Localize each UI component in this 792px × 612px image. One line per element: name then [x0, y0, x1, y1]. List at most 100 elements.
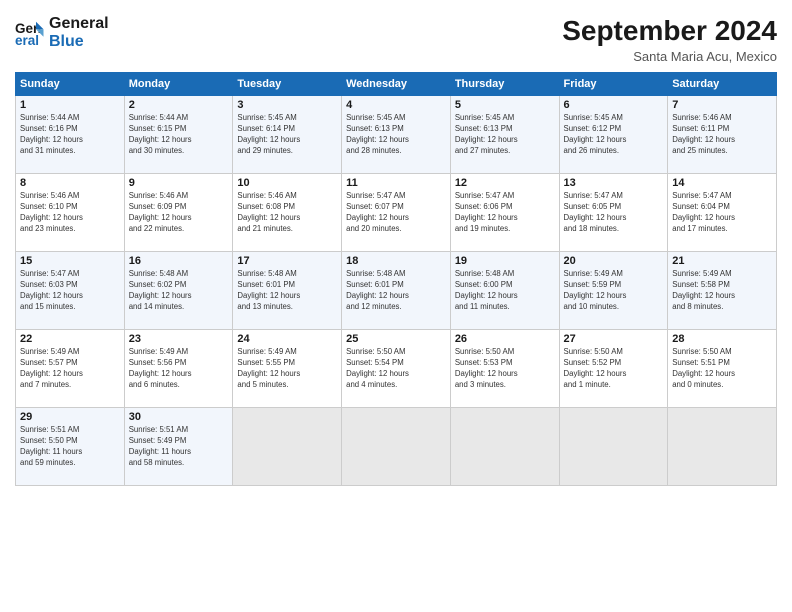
- day-info: Sunrise: 5:46 AMSunset: 6:09 PMDaylight:…: [129, 191, 229, 235]
- day-info: Sunrise: 5:49 AMSunset: 5:59 PMDaylight:…: [564, 269, 664, 313]
- day-number: 7: [672, 99, 772, 111]
- day-info: Sunrise: 5:50 AMSunset: 5:51 PMDaylight:…: [672, 347, 772, 391]
- table-row: 21 Sunrise: 5:49 AMSunset: 5:58 PMDayligh…: [668, 252, 777, 330]
- table-row: 20 Sunrise: 5:49 AMSunset: 5:59 PMDayligh…: [559, 252, 668, 330]
- day-info: Sunrise: 5:50 AMSunset: 5:52 PMDaylight:…: [564, 347, 664, 391]
- table-row: 13 Sunrise: 5:47 AMSunset: 6:05 PMDayligh…: [559, 174, 668, 252]
- header-thursday: Thursday: [450, 73, 559, 96]
- day-number: 15: [20, 255, 120, 267]
- table-row: 8 Sunrise: 5:46 AMSunset: 6:10 PMDaylight…: [16, 174, 125, 252]
- day-number: 17: [237, 255, 337, 267]
- calendar-table: Sunday Monday Tuesday Wednesday Thursday…: [15, 72, 777, 486]
- table-row: 4 Sunrise: 5:45 AMSunset: 6:13 PMDaylight…: [342, 96, 451, 174]
- day-number: 1: [20, 99, 120, 111]
- table-row: [559, 408, 668, 486]
- day-info: Sunrise: 5:50 AMSunset: 5:54 PMDaylight:…: [346, 347, 446, 391]
- table-row: 17 Sunrise: 5:48 AMSunset: 6:01 PMDayligh…: [233, 252, 342, 330]
- day-info: Sunrise: 5:50 AMSunset: 5:53 PMDaylight:…: [455, 347, 555, 391]
- day-info: Sunrise: 5:48 AMSunset: 6:02 PMDaylight:…: [129, 269, 229, 313]
- table-row: 12Sunrise: 5:47 AMSunset: 6:06 PMDayligh…: [450, 174, 559, 252]
- day-info: Sunrise: 5:49 AMSunset: 5:55 PMDaylight:…: [237, 347, 337, 391]
- header-tuesday: Tuesday: [233, 73, 342, 96]
- day-number: 2: [129, 99, 229, 111]
- svg-text:eral: eral: [15, 33, 39, 48]
- title-area: September 2024 Santa Maria Acu, Mexico: [562, 15, 777, 64]
- table-row: 22 Sunrise: 5:49 AMSunset: 5:57 PMDayligh…: [16, 330, 125, 408]
- table-row: 16 Sunrise: 5:48 AMSunset: 6:02 PMDayligh…: [124, 252, 233, 330]
- table-row: [342, 408, 451, 486]
- day-number: 10: [237, 177, 337, 189]
- table-row: 27 Sunrise: 5:50 AMSunset: 5:52 PMDayligh…: [559, 330, 668, 408]
- day-number: 11: [346, 177, 446, 189]
- day-info: Sunrise: 5:47 AMSunset: 6:07 PMDaylight:…: [346, 191, 446, 235]
- calendar-week-row: 1 Sunrise: 5:44 AMSunset: 6:16 PMDaylight…: [16, 96, 777, 174]
- day-number: 27: [564, 333, 664, 345]
- day-info: Sunrise: 5:45 AMSunset: 6:13 PMDaylight:…: [346, 113, 446, 157]
- table-row: 10 Sunrise: 5:46 AMSunset: 6:08 PMDayligh…: [233, 174, 342, 252]
- day-number: 5: [455, 99, 555, 111]
- day-number: 21: [672, 255, 772, 267]
- day-number: 4: [346, 99, 446, 111]
- day-info: Sunrise: 5:44 AMSunset: 6:16 PMDaylight:…: [20, 113, 120, 157]
- day-info: Sunrise: 5:45 AMSunset: 6:14 PMDaylight:…: [237, 113, 337, 157]
- calendar-week-row: 29 Sunrise: 5:51 AMSunset: 5:50 PMDayligh…: [16, 408, 777, 486]
- header-wednesday: Wednesday: [342, 73, 451, 96]
- table-row: 26 Sunrise: 5:50 AMSunset: 5:53 PMDayligh…: [450, 330, 559, 408]
- day-number: 9: [129, 177, 229, 189]
- logo: Gen eral General Blue: [15, 15, 109, 50]
- header-friday: Friday: [559, 73, 668, 96]
- table-row: [668, 408, 777, 486]
- day-info: Sunrise: 5:45 AMSunset: 6:13 PMDaylight:…: [455, 113, 555, 157]
- day-number: 6: [564, 99, 664, 111]
- table-row: 24Sunrise: 5:49 AMSunset: 5:55 PMDayligh…: [233, 330, 342, 408]
- day-number: 23: [129, 333, 229, 345]
- day-info: Sunrise: 5:49 AMSunset: 5:58 PMDaylight:…: [672, 269, 772, 313]
- header-saturday: Saturday: [668, 73, 777, 96]
- table-row: 11 Sunrise: 5:47 AMSunset: 6:07 PMDayligh…: [342, 174, 451, 252]
- day-info: Sunrise: 5:46 AMSunset: 6:08 PMDaylight:…: [237, 191, 337, 235]
- day-info: Sunrise: 5:48 AMSunset: 6:00 PMDaylight:…: [455, 269, 555, 313]
- day-number: 14: [672, 177, 772, 189]
- day-number: 13: [564, 177, 664, 189]
- table-row: 19Sunrise: 5:48 AMSunset: 6:00 PMDayligh…: [450, 252, 559, 330]
- day-number: 3: [237, 99, 337, 111]
- calendar-week-row: 15 Sunrise: 5:47 AMSunset: 6:03 PMDayligh…: [16, 252, 777, 330]
- table-row: 30Sunrise: 5:51 AMSunset: 5:49 PMDayligh…: [124, 408, 233, 486]
- calendar-header-row: Sunday Monday Tuesday Wednesday Thursday…: [16, 73, 777, 96]
- day-info: Sunrise: 5:47 AMSunset: 6:03 PMDaylight:…: [20, 269, 120, 313]
- day-info: Sunrise: 5:51 AMSunset: 5:49 PMDaylight:…: [129, 425, 229, 469]
- day-info: Sunrise: 5:51 AMSunset: 5:50 PMDaylight:…: [20, 425, 120, 469]
- day-number: 25: [346, 333, 446, 345]
- day-info: Sunrise: 5:47 AMSunset: 6:05 PMDaylight:…: [564, 191, 664, 235]
- table-row: 5 Sunrise: 5:45 AMSunset: 6:13 PMDaylight…: [450, 96, 559, 174]
- table-row: 3 Sunrise: 5:45 AMSunset: 6:14 PMDaylight…: [233, 96, 342, 174]
- table-row: 9 Sunrise: 5:46 AMSunset: 6:09 PMDaylight…: [124, 174, 233, 252]
- day-number: 29: [20, 411, 120, 423]
- location: Santa Maria Acu, Mexico: [562, 49, 777, 64]
- day-info: Sunrise: 5:47 AMSunset: 6:06 PMDaylight:…: [455, 191, 555, 235]
- day-info: Sunrise: 5:49 AMSunset: 5:57 PMDaylight:…: [20, 347, 120, 391]
- day-number: 8: [20, 177, 120, 189]
- table-row: 7Sunrise: 5:46 AMSunset: 6:11 PMDaylight…: [668, 96, 777, 174]
- calendar-week-row: 8 Sunrise: 5:46 AMSunset: 6:10 PMDaylight…: [16, 174, 777, 252]
- table-row: 6 Sunrise: 5:45 AMSunset: 6:12 PMDaylight…: [559, 96, 668, 174]
- header-monday: Monday: [124, 73, 233, 96]
- day-number: 16: [129, 255, 229, 267]
- table-row: 1 Sunrise: 5:44 AMSunset: 6:16 PMDaylight…: [16, 96, 125, 174]
- day-info: Sunrise: 5:46 AMSunset: 6:10 PMDaylight:…: [20, 191, 120, 235]
- header-sunday: Sunday: [16, 73, 125, 96]
- month-title: September 2024: [562, 15, 777, 47]
- table-row: 15 Sunrise: 5:47 AMSunset: 6:03 PMDayligh…: [16, 252, 125, 330]
- day-info: Sunrise: 5:47 AMSunset: 6:04 PMDaylight:…: [672, 191, 772, 235]
- day-number: 20: [564, 255, 664, 267]
- day-info: Sunrise: 5:45 AMSunset: 6:12 PMDaylight:…: [564, 113, 664, 157]
- day-number: 22: [20, 333, 120, 345]
- table-row: 14 Sunrise: 5:47 AMSunset: 6:04 PMDayligh…: [668, 174, 777, 252]
- day-info: Sunrise: 5:48 AMSunset: 6:01 PMDaylight:…: [237, 269, 337, 313]
- day-number: 18: [346, 255, 446, 267]
- day-info: Sunrise: 5:49 AMSunset: 5:56 PMDaylight:…: [129, 347, 229, 391]
- table-row: 28Sunrise: 5:50 AMSunset: 5:51 PMDayligh…: [668, 330, 777, 408]
- table-row: [450, 408, 559, 486]
- table-row: 23 Sunrise: 5:49 AMSunset: 5:56 PMDayligh…: [124, 330, 233, 408]
- day-number: 26: [455, 333, 555, 345]
